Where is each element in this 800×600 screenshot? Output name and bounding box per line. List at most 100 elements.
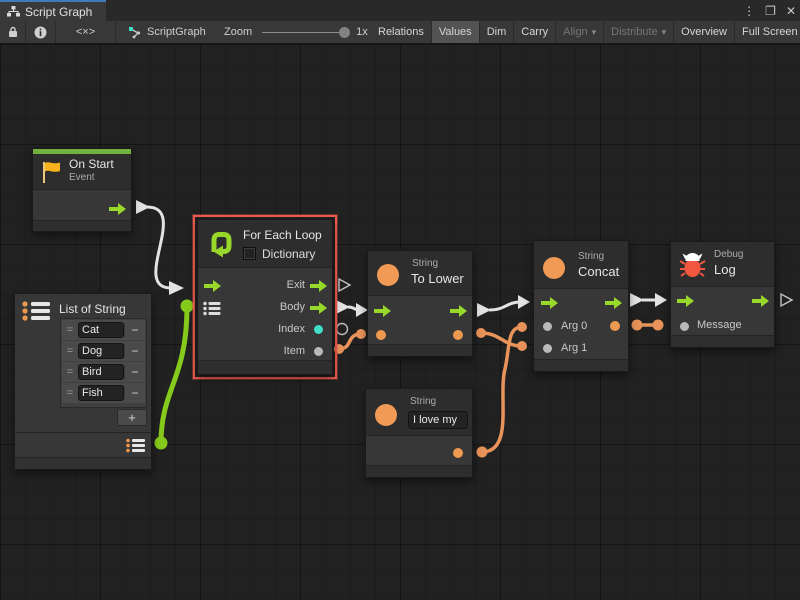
flow-in-port[interactable] (374, 305, 391, 317)
fullscreen-button[interactable]: Full Screen (735, 21, 800, 43)
list-item-input[interactable] (78, 385, 124, 401)
wire-cap[interactable] (476, 328, 486, 338)
exit-port-unconnected[interactable] (339, 279, 350, 291)
wire-cap[interactable] (630, 293, 644, 307)
zoom-slider-handle[interactable] (339, 27, 350, 38)
wire-cap[interactable] (356, 329, 366, 339)
add-item-button[interactable]: + (117, 409, 147, 426)
list-item-row: = − (62, 320, 145, 340)
port-label-body: Body (280, 301, 305, 313)
align-button[interactable]: Align (556, 21, 604, 43)
flow-in-port[interactable] (541, 297, 558, 309)
graph-toolbar: <×> ScriptGraph Zoom 1x Relations Values… (0, 21, 800, 44)
flow-out-port[interactable] (450, 305, 467, 317)
log-exit-unconnected[interactable] (781, 294, 792, 306)
flow-out-port[interactable] (752, 295, 769, 307)
string-value-input[interactable] (408, 411, 468, 429)
remove-item-button[interactable]: − (124, 386, 145, 400)
relations-button[interactable]: Relations (371, 21, 432, 43)
graph-identity[interactable]: ScriptGraph (128, 21, 206, 43)
overview-button[interactable]: Overview (674, 21, 735, 43)
value-out-port[interactable] (453, 448, 463, 458)
node-on-start[interactable]: On Start Event (32, 148, 132, 232)
lock-button[interactable] (0, 21, 26, 43)
wire-cap[interactable] (632, 320, 643, 331)
wire-flow-tolower-concat[interactable] (489, 302, 521, 310)
wire-cap[interactable] (155, 437, 168, 450)
value-in-port[interactable] (376, 330, 386, 340)
node-for-each-loop[interactable]: For Each Loop Dictionary Exit Body Index… (197, 219, 333, 375)
remove-item-button[interactable]: − (124, 365, 145, 379)
close-icon[interactable]: ✕ (786, 4, 796, 18)
list-out-port[interactable] (126, 438, 145, 453)
drag-handle-icon[interactable]: = (62, 324, 78, 336)
wire-cap[interactable] (181, 300, 194, 313)
zoom-value: 1x (356, 26, 368, 38)
port-label-arg0: Arg 0 (561, 320, 587, 332)
node-list-of-string[interactable]: List of String = − = − = − (14, 293, 152, 470)
wire-cap[interactable] (655, 293, 667, 307)
remove-item-button[interactable]: − (124, 323, 145, 337)
maximize-icon[interactable]: ❐ (765, 4, 776, 18)
info-button[interactable] (26, 21, 56, 43)
list-item-input[interactable] (78, 343, 124, 359)
list-item-row: = − (62, 362, 145, 382)
value-out-port[interactable] (453, 330, 463, 340)
loop-icon (206, 229, 236, 259)
dictionary-checkbox[interactable] (243, 247, 256, 260)
values-button[interactable]: Values (432, 21, 480, 43)
graph-canvas[interactable]: On Start Event List of String = − (0, 44, 800, 600)
wire-cap[interactable] (477, 447, 488, 458)
wire-tolower-arg1[interactable] (481, 333, 522, 346)
carry-button[interactable]: Carry (514, 21, 556, 43)
collection-in-port[interactable] (203, 301, 221, 316)
wire-cap[interactable] (336, 300, 350, 314)
index-out-port[interactable] (314, 325, 323, 334)
checkbox-label: Dictionary (262, 247, 315, 261)
node-string-literal[interactable]: String (365, 388, 473, 478)
drag-handle-icon[interactable]: = (62, 387, 78, 399)
wire-cap[interactable] (169, 281, 184, 295)
wire-cap[interactable] (517, 341, 527, 351)
node-string-to-lower[interactable]: String To Lower (367, 250, 473, 357)
drag-handle-icon[interactable]: = (62, 366, 78, 378)
wire-cap[interactable] (477, 303, 491, 317)
graph-tab-icon (7, 6, 20, 17)
flow-out-port[interactable] (109, 203, 126, 215)
list-item-input[interactable] (78, 364, 124, 380)
node-debug-log[interactable]: Debug Log Message (670, 241, 775, 348)
port-label-index: Index (278, 323, 305, 335)
item-out-port[interactable] (314, 347, 323, 356)
result-out-port[interactable] (610, 321, 620, 331)
wire-flow-onstart-foreach[interactable] (147, 207, 171, 288)
title-bar: Script Graph ⋮ ❐ ✕ (0, 0, 800, 21)
flow-in-port[interactable] (677, 295, 694, 307)
flow-out-port[interactable] (605, 297, 622, 309)
flow-in-port[interactable] (204, 280, 221, 292)
wire-cap[interactable] (517, 322, 527, 332)
node-type-label: String (412, 258, 438, 269)
wire-cap[interactable] (518, 295, 530, 309)
node-subtitle: Event (69, 172, 95, 183)
script-graph-window: Script Graph ⋮ ❐ ✕ <×> (0, 0, 800, 600)
node-string-concat[interactable]: String Concat Arg 0 Arg 1 (533, 240, 629, 372)
message-in-port[interactable] (680, 322, 689, 331)
zoom-slider[interactable] (262, 32, 344, 33)
code-view-button[interactable]: <×> (56, 21, 116, 43)
body-out-port[interactable] (310, 302, 327, 314)
arg0-in-port[interactable] (543, 322, 552, 331)
wire-list-foreach[interactable] (161, 307, 187, 443)
distribute-button[interactable]: Distribute (604, 21, 674, 43)
arg1-in-port[interactable] (543, 344, 552, 353)
exit-out-port[interactable] (310, 280, 327, 292)
node-title: To Lower (411, 271, 464, 286)
drag-handle-icon[interactable]: = (62, 345, 78, 357)
tab-script-graph[interactable]: Script Graph (0, 0, 106, 21)
window-menu-icon[interactable]: ⋮ (743, 4, 755, 18)
list-item-input[interactable] (78, 322, 124, 338)
wire-cap[interactable] (653, 320, 664, 331)
remove-item-button[interactable]: − (124, 344, 145, 358)
dim-button[interactable]: Dim (480, 21, 515, 43)
port-label-message: Message (697, 319, 742, 331)
index-port-unconnected[interactable] (337, 324, 348, 335)
